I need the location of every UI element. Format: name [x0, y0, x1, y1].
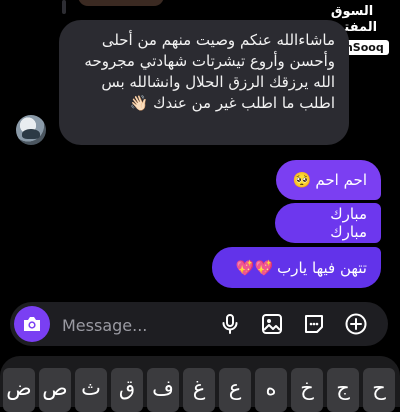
microphone-icon[interactable]	[218, 312, 242, 336]
arabic-keyboard: ح ج خ ه ع غ ف ق ث ص ض	[0, 356, 400, 412]
key[interactable]: ق	[111, 368, 143, 412]
message-input[interactable]	[60, 312, 224, 338]
outgoing-message-bubble[interactable]: مبارك مبارك	[275, 203, 381, 243]
plus-icon[interactable]	[344, 312, 368, 336]
message-composer	[10, 302, 388, 346]
heart-emoji: 💖💖	[235, 258, 274, 277]
key[interactable]: ع	[219, 368, 251, 412]
key[interactable]: ص	[39, 368, 71, 412]
outgoing-message-text: احم احم	[315, 171, 367, 189]
key[interactable]: ض	[3, 368, 35, 412]
incoming-message-text: ماشاءالله عنكم وصيت منهم من أحلى وأحسن و…	[84, 31, 335, 112]
incoming-message-bubble[interactable]: ماشاءالله عنكم وصيت منهم من أحلى وأحسن و…	[59, 20, 349, 145]
camera-icon	[24, 317, 40, 331]
camera-button[interactable]	[14, 306, 50, 342]
shared-image-thumbnail[interactable]	[78, 0, 164, 6]
key[interactable]: ح	[363, 368, 395, 412]
outgoing-message-bubble[interactable]: احم احم 🥺	[276, 160, 381, 200]
key[interactable]: غ	[183, 368, 215, 412]
key[interactable]: ج	[327, 368, 359, 412]
key[interactable]: ه	[255, 368, 287, 412]
key[interactable]: ف	[147, 368, 179, 412]
sticker-icon[interactable]	[302, 312, 326, 336]
image-icon[interactable]	[260, 312, 284, 336]
sender-avatar[interactable]	[16, 115, 46, 145]
outgoing-message-text: تتهن فيها يارب	[277, 258, 367, 277]
key[interactable]: خ	[291, 368, 323, 412]
key[interactable]: ث	[75, 368, 107, 412]
outgoing-message-bubble[interactable]: تتهن فيها يارب 💖💖	[212, 247, 381, 288]
outgoing-message-text: مبارك مبارك	[330, 205, 367, 241]
reply-line	[62, 0, 66, 14]
pleading-face-emoji: 🥺	[292, 171, 312, 189]
